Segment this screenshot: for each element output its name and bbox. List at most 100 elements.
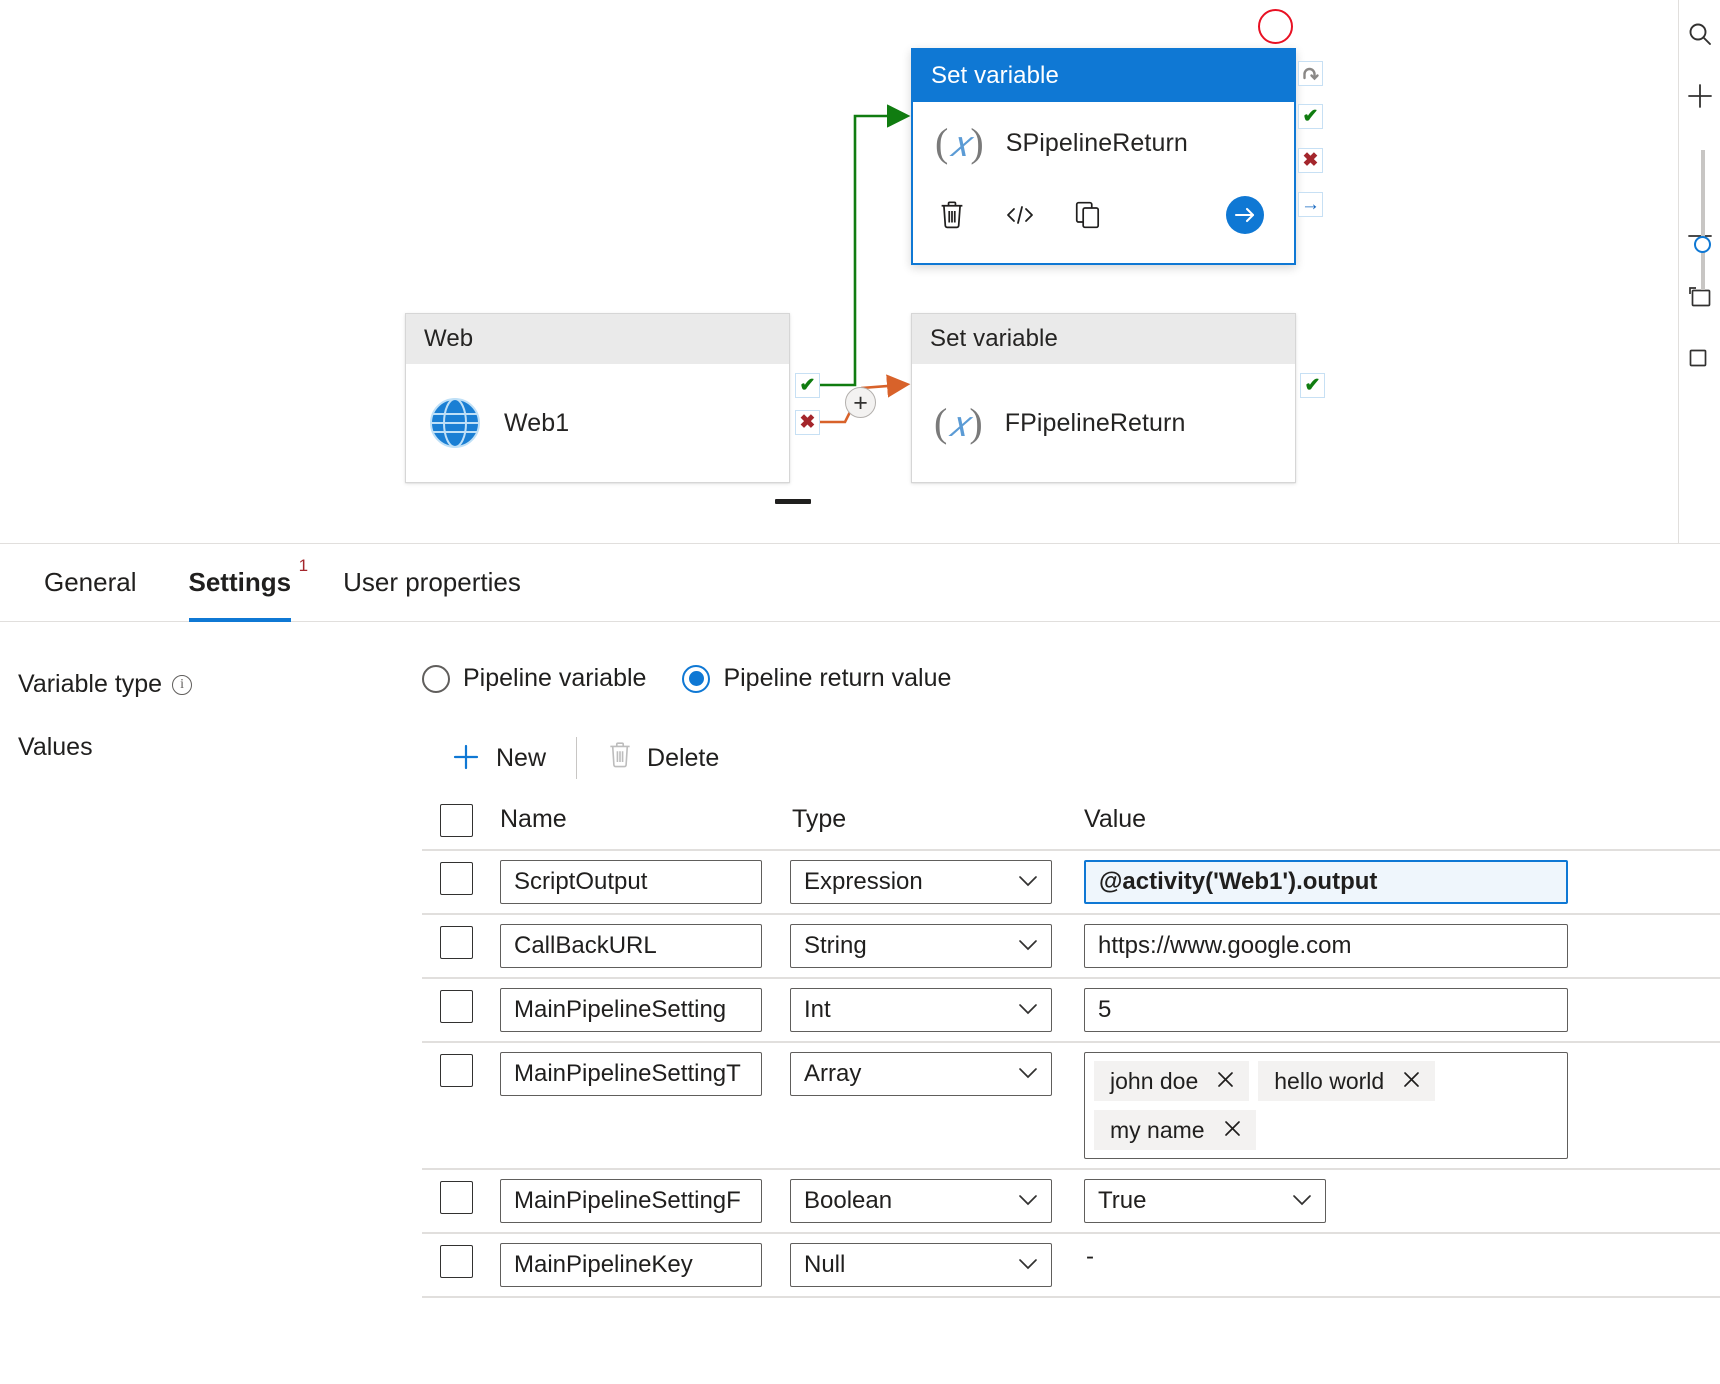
delete-icon[interactable] <box>935 198 969 232</box>
pipeline-canvas[interactable]: Set variable (𝑥) SPipelineReturn <box>0 0 1720 543</box>
set-variable-f-success-chip[interactable]: ✔ <box>1300 373 1325 398</box>
activity-properties-panel: General Settings 1 User properties Varia… <box>0 543 1720 1384</box>
failure-connector-chip[interactable]: ✖ <box>1298 148 1323 173</box>
variable-name-input[interactable]: MainPipelineSettingT <box>500 1052 762 1096</box>
tab-label: User properties <box>343 567 521 598</box>
row-select-cell[interactable] <box>422 1243 490 1278</box>
column-header-value: Value <box>1074 805 1146 833</box>
values-command-bar[interactable]: New Delete <box>422 727 1720 789</box>
variable-type-select-value: Boolean <box>804 1187 892 1215</box>
row-select-cell[interactable] <box>422 860 490 895</box>
retry-connector-chip[interactable] <box>1298 61 1323 86</box>
variable-name-input[interactable]: MainPipelineSettingF <box>500 1179 762 1223</box>
chevron-down-icon <box>1018 873 1038 891</box>
chevron-down-icon <box>1018 1192 1038 1210</box>
fit-to-screen-icon[interactable] <box>1680 278 1720 318</box>
variable-type-select[interactable]: Expression <box>790 860 1052 904</box>
new-button[interactable]: New <box>434 731 562 785</box>
reset-zoom-icon[interactable] <box>1680 340 1720 380</box>
tab-user-properties[interactable]: User properties <box>317 544 547 622</box>
variable-type-select[interactable]: Array <box>790 1052 1052 1096</box>
expression-fx-icon: (𝑥) <box>934 403 983 443</box>
chevron-down-icon <box>1018 937 1038 955</box>
activity-node-set-variable-s[interactable]: Set variable (𝑥) SPipelineReturn <box>911 48 1296 265</box>
tab-settings[interactable]: Settings 1 <box>163 544 318 622</box>
row-checkbox[interactable] <box>440 926 473 959</box>
boolean-value-select[interactable]: True <box>1084 1179 1326 1223</box>
search-icon[interactable] <box>1680 14 1720 54</box>
variable-name-input[interactable]: MainPipelineKey <box>500 1243 762 1287</box>
array-item-pill[interactable]: john doe <box>1094 1061 1249 1101</box>
row-select-cell[interactable] <box>422 988 490 1023</box>
panel-tabs[interactable]: General Settings 1 User properties <box>0 544 1720 622</box>
activity-node-web[interactable]: Web Web1 <box>405 313 790 483</box>
activity-node-name: SPipelineReturn <box>1006 129 1188 158</box>
select-all-cell[interactable] <box>422 802 490 837</box>
row-select-cell[interactable] <box>422 1052 490 1087</box>
run-icon[interactable] <box>1226 196 1264 234</box>
canvas-toolbar-rail[interactable] <box>1678 0 1720 543</box>
array-item-pill[interactable]: my name <box>1094 1110 1256 1150</box>
activity-node-type-label: Set variable <box>913 50 1294 102</box>
radio-circle[interactable] <box>682 665 710 693</box>
row-select-cell[interactable] <box>422 1179 490 1214</box>
row-select-cell[interactable] <box>422 924 490 959</box>
variable-value-input[interactable]: https://www.google.com <box>1084 924 1568 968</box>
activity-node-set-variable-f[interactable]: Set variable (𝑥) FPipelineReturn <box>911 313 1296 483</box>
zoom-slider-thumb[interactable] <box>1694 236 1711 253</box>
variable-type-select[interactable]: Boolean <box>790 1179 1052 1223</box>
info-icon[interactable]: i <box>172 675 192 695</box>
radio-pipeline-return-value[interactable]: Pipeline return value <box>682 664 951 693</box>
remove-item-icon[interactable] <box>1216 1070 1235 1093</box>
add-icon[interactable] <box>1680 76 1720 116</box>
activity-node-body: (𝑥) SPipelineReturn <box>913 102 1294 184</box>
array-item-pill[interactable]: hello world <box>1258 1061 1435 1101</box>
zoom-slider-track[interactable] <box>1701 150 1705 290</box>
row-checkbox[interactable] <box>440 862 473 895</box>
row-checkbox[interactable] <box>440 1245 473 1278</box>
success-connector-chip[interactable]: ✔ <box>1298 104 1323 129</box>
variable-value-input[interactable]: @activity('Web1').output <box>1084 860 1568 904</box>
web-success-connector-chip[interactable]: ✔ <box>795 373 820 398</box>
remove-item-icon[interactable] <box>1402 1070 1421 1093</box>
select-all-checkbox[interactable] <box>440 804 473 837</box>
column-header-type: Type <box>782 805 846 833</box>
delete-button[interactable]: Delete <box>591 731 735 785</box>
variable-type-select-value: String <box>804 932 867 960</box>
panel-splitter-handle[interactable] <box>775 499 811 504</box>
variable-value-input[interactable]: 5 <box>1084 988 1568 1032</box>
variable-type-select[interactable]: Null <box>790 1243 1052 1287</box>
variable-type-label: Variable type <box>18 670 162 699</box>
chevron-down-icon <box>1018 1256 1038 1274</box>
array-value-editor[interactable]: john doe hello world <box>1084 1052 1568 1159</box>
variable-name-input[interactable]: CallBackURL <box>500 924 762 968</box>
variable-name-input[interactable]: ScriptOutput <box>500 860 762 904</box>
tab-label: Settings <box>189 567 292 598</box>
radio-label: Pipeline return value <box>723 664 951 693</box>
radio-pipeline-variable[interactable]: Pipeline variable <box>422 664 646 693</box>
globe-icon <box>428 396 482 450</box>
variable-type-select-value: Null <box>804 1251 845 1279</box>
add-activity-button[interactable]: + <box>845 387 876 418</box>
new-button-label: New <box>496 744 546 773</box>
command-separator <box>576 737 577 779</box>
tab-general[interactable]: General <box>18 544 163 622</box>
row-checkbox[interactable] <box>440 1054 473 1087</box>
activity-node-toolbar[interactable] <box>913 184 1294 246</box>
web-failure-connector-chip[interactable]: ✖ <box>795 410 820 435</box>
completion-connector-chip[interactable]: → <box>1298 192 1323 217</box>
clone-icon[interactable] <box>1071 198 1105 232</box>
row-checkbox[interactable] <box>440 990 473 1023</box>
variable-name-input[interactable]: MainPipelineSetting <box>500 988 762 1032</box>
variable-type-select[interactable]: Int <box>790 988 1052 1032</box>
variable-type-select[interactable]: String <box>790 924 1052 968</box>
trash-icon <box>607 740 633 777</box>
variable-type-radio-group[interactable]: Pipeline variable Pipeline return value <box>422 664 951 693</box>
code-icon[interactable] <box>1003 198 1037 232</box>
plus-icon <box>450 741 482 775</box>
radio-circle[interactable] <box>422 665 450 693</box>
row-checkbox[interactable] <box>440 1181 473 1214</box>
activity-node-body: (𝑥) FPipelineReturn <box>912 364 1295 482</box>
tab-label: General <box>44 567 137 598</box>
remove-item-icon[interactable] <box>1223 1119 1242 1142</box>
